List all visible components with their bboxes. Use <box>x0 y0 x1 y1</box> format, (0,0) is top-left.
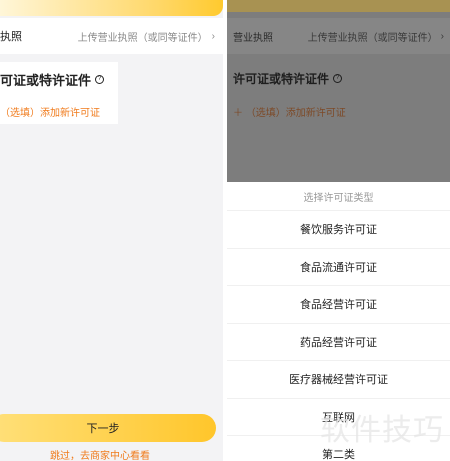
left-screen: 执照 上传营业执照（或同等证件） › 可证或特许证件 ? （选填）添加新许可证 … <box>0 0 223 461</box>
business-license-value: 上传营业执照（或同等证件） <box>77 32 208 44</box>
header-bar <box>227 0 450 12</box>
business-license-value: 上传营业执照（或同等证件） <box>307 32 438 44</box>
permit-option[interactable]: 药品经营许可证 <box>227 322 450 361</box>
chevron-right-icon: › <box>440 30 444 42</box>
next-step-button[interactable]: 下一步 <box>0 414 216 442</box>
permit-option[interactable]: 医疗器械经营许可证 <box>227 360 450 398</box>
business-license-label: 营业执照 <box>233 32 273 44</box>
skip-link[interactable]: 跳过，去商家中心看看 <box>0 447 200 461</box>
business-license-row: 营业执照 上传营业执照（或同等证件） › <box>227 18 450 54</box>
permit-title-text: 可证或特许证件 <box>0 73 92 88</box>
permit-option[interactable]: 食品流通许可证 <box>227 247 450 286</box>
watermark: 软件技巧 <box>320 414 444 447</box>
business-license-row[interactable]: 执照 上传营业执照（或同等证件） › <box>0 18 223 54</box>
chevron-right-icon: › <box>211 30 215 42</box>
right-screen: 营业执照 上传营业执照（或同等证件） › 许可证或特许证件 ? ＋ （选填）添加… <box>227 0 450 461</box>
sheet-title: 选择许可证类型 <box>303 192 374 204</box>
permit-option[interactable]: 餐饮服务许可证 <box>227 210 450 248</box>
business-license-label: 执照 <box>0 31 22 43</box>
permit-option[interactable]: 食品经营许可证 <box>227 285 450 323</box>
permit-section-title: 许可证或特许证件 ? <box>233 70 343 87</box>
help-icon[interactable]: ? <box>95 75 105 84</box>
help-icon: ? <box>333 74 343 83</box>
permit-title-text: 许可证或特许证件 <box>233 72 330 86</box>
permit-section-title: 可证或特许证件 ? <box>0 70 105 89</box>
header-bar <box>0 0 223 16</box>
add-permit-link[interactable]: （选填）添加新许可证 <box>0 104 100 119</box>
add-permit-link: ＋ （选填）添加新许可证 <box>233 108 346 119</box>
